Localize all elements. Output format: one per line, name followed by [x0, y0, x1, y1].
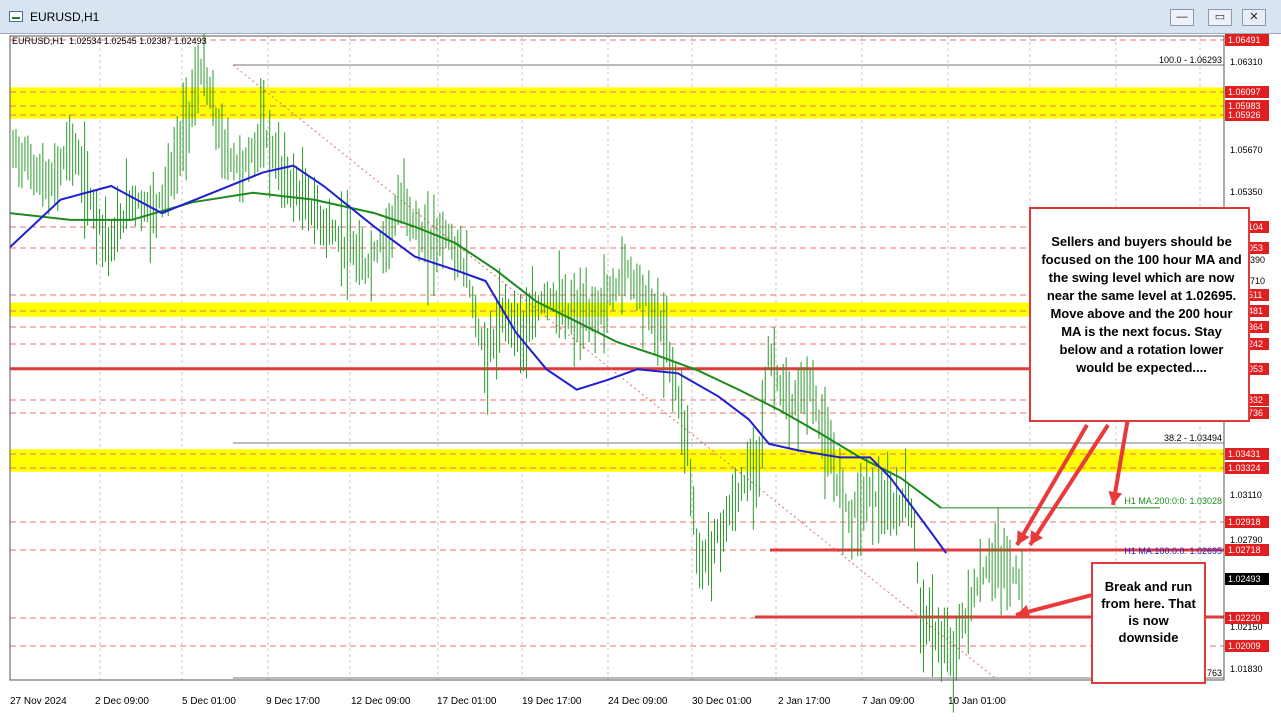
- price-level-label: 242: [1248, 339, 1263, 349]
- price-level-label: 1.02009: [1228, 641, 1261, 651]
- price-tick-label: 1.06310: [1230, 57, 1263, 67]
- price-level-label: 053: [1248, 364, 1263, 374]
- price-level-label: 053: [1248, 243, 1263, 253]
- time-axis-label: 9 Dec 17:00: [266, 696, 320, 707]
- fib-label-bottom: 763: [1207, 668, 1222, 678]
- fib-trendline: [232, 64, 996, 679]
- price-level-label: 1.03324: [1228, 463, 1261, 473]
- price-level-label: 1.06491: [1228, 35, 1261, 45]
- time-axis-label: 2 Jan 17:00: [778, 696, 831, 707]
- fib-label-100: 100.0 - 1.06293: [1159, 55, 1222, 65]
- chart-window-icon: [9, 11, 23, 22]
- time-axis-label: 10 Jan 01:00: [948, 696, 1006, 707]
- time-axis-label: 30 Dec 01:00: [692, 696, 752, 707]
- price-bars: [9, 25, 1023, 713]
- time-axis-label: 19 Dec 17:00: [522, 696, 582, 707]
- time-axis-label: 5 Dec 01:00: [182, 696, 236, 707]
- ohlc-header: EURUSD,H1 1.02534 1.02545 1.02387 1.0249…: [12, 36, 207, 46]
- price-level-label: 1.02918: [1228, 517, 1261, 527]
- callout-ma-focus-text: Sellers and buyers should be focused on …: [1041, 234, 1242, 375]
- price-tick-label: 710: [1250, 276, 1265, 286]
- ma200-label: H1 MA:200:0:0: 1.03028: [1124, 496, 1222, 506]
- time-axis-label: 27 Nov 2024: [10, 696, 67, 707]
- time-axis: 27 Nov 2024 2 Dec 09:00 5 Dec 01:00 9 Dec 1…: [10, 696, 1006, 707]
- minimize-button[interactable]: —: [1170, 9, 1194, 26]
- price-level-label: 1.02220: [1228, 613, 1261, 623]
- callout-break-level-text: Break and run from here. That is now dow…: [1101, 579, 1196, 645]
- price-tick-label: 390: [1250, 255, 1265, 265]
- time-axis-label: 12 Dec 09:00: [351, 696, 411, 707]
- price-level-label: 1.02493: [1228, 574, 1261, 584]
- window-titlebar[interactable]: EURUSD,H1 — ▭ ✕: [0, 0, 1281, 34]
- price-tick-label: 1.05670: [1230, 145, 1263, 155]
- time-axis-label: 24 Dec 09:00: [608, 696, 668, 707]
- price-tick-label: 1.05350: [1230, 187, 1263, 197]
- time-axis-label: 17 Dec 01:00: [437, 696, 497, 707]
- price-level-label: 1.05926: [1228, 110, 1261, 120]
- price-level-label: 1.06097: [1228, 87, 1261, 97]
- restore-button[interactable]: ▭: [1208, 9, 1232, 26]
- price-tick-label: 1.03110: [1230, 490, 1262, 500]
- price-level-label: 104: [1248, 222, 1263, 232]
- price-level-label: 1.03431: [1228, 449, 1261, 459]
- price-level-label: 1.02718: [1228, 545, 1261, 555]
- time-axis-label: 7 Jan 09:00: [862, 696, 915, 707]
- close-button[interactable]: ✕: [1242, 9, 1266, 26]
- price-level-label: 481: [1248, 306, 1263, 316]
- price-level-label: 364: [1248, 322, 1263, 332]
- fib-label-38: 38.2 - 1.03494: [1164, 433, 1222, 443]
- callout-break-level: Break and run from here. That is now dow…: [1091, 562, 1206, 684]
- price-level-label: 511: [1248, 290, 1262, 300]
- time-axis-label: 2 Dec 09:00: [95, 696, 149, 707]
- window-title: EURUSD,H1: [30, 10, 100, 24]
- ma100-label: H1 MA:100:0:0: 1.02695: [1124, 546, 1222, 556]
- callout-ma-focus: Sellers and buyers should be focused on …: [1029, 207, 1250, 422]
- price-tick-label: 1.02790: [1230, 535, 1263, 545]
- price-tick-label: 1.01830: [1230, 664, 1263, 674]
- price-level-label: 736: [1248, 408, 1263, 418]
- price-level-label: 832: [1248, 395, 1263, 405]
